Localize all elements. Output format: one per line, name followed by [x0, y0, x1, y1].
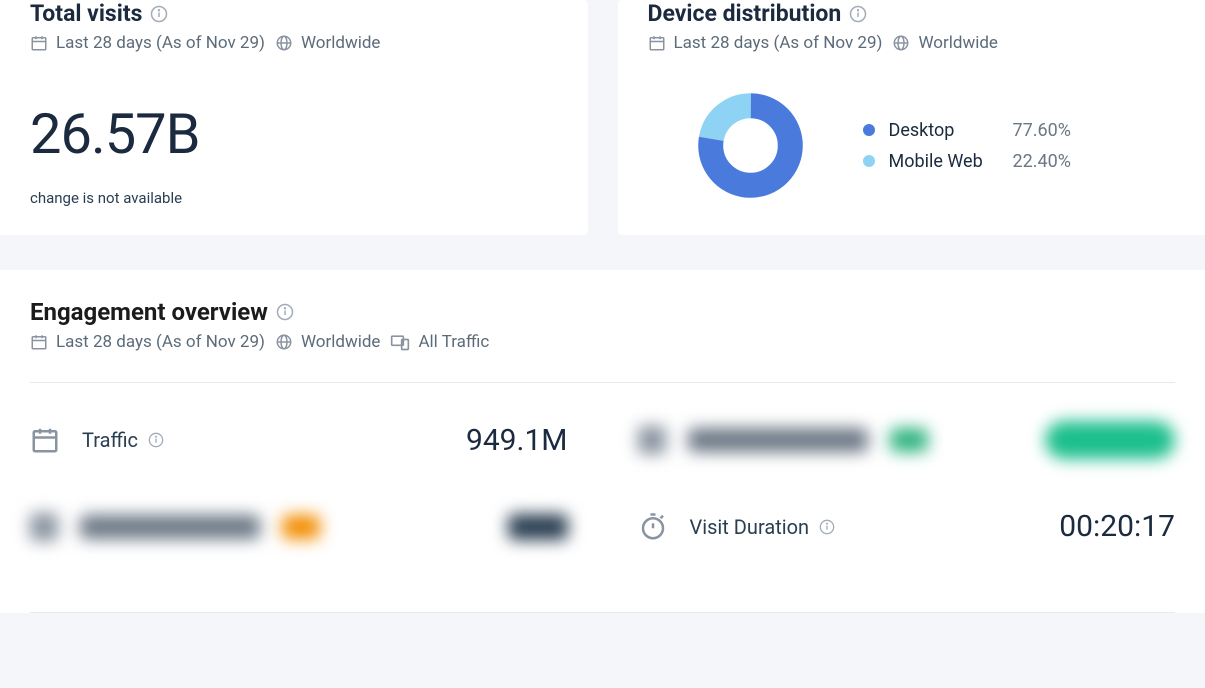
locked-badge: [282, 515, 320, 539]
change-note: change is not available: [30, 189, 558, 207]
legend-row-desktop: Desktop 77.60%: [863, 120, 1071, 141]
title-text: Engagement overview: [30, 298, 268, 326]
traffic-filter[interactable]: All Traffic: [390, 332, 489, 352]
locked-badge: [890, 428, 928, 452]
metric-visit-duration: Visit Duration 00:20:17: [638, 509, 1176, 544]
metric-locked-2: [30, 509, 568, 544]
locked-label: [688, 428, 868, 452]
metric-label: Traffic: [82, 428, 164, 452]
upgrade-button[interactable]: [1045, 421, 1175, 459]
traffic-filter-text: All Traffic: [418, 332, 489, 352]
legend-value: 77.60%: [1013, 120, 1071, 141]
date-range[interactable]: Last 28 days (As of Nov 29): [30, 33, 265, 53]
metric-label-text: Traffic: [82, 428, 138, 452]
bullet-icon: [863, 124, 875, 136]
globe-icon: [275, 333, 293, 351]
total-visits-card: Total visits Last 28 days (As of Nov 29)…: [0, 0, 588, 235]
device-donut-chart: [698, 93, 803, 198]
metric-label-text: Visit Duration: [690, 515, 810, 539]
engagement-title: Engagement overview: [30, 298, 1175, 326]
calendar-icon: [30, 333, 48, 351]
stopwatch-icon: [638, 512, 668, 542]
devices-icon: [390, 333, 410, 351]
metric-value: 00:20:17: [1059, 509, 1175, 544]
device-meta: Last 28 days (As of Nov 29) Worldwide: [648, 33, 1176, 53]
calendar-icon: [30, 34, 48, 52]
legend-label: Mobile Web: [889, 151, 999, 172]
info-icon[interactable]: [150, 5, 168, 23]
region-text: Worldwide: [301, 332, 381, 352]
metric-label: Visit Duration: [690, 515, 836, 539]
metric-value: 949.1M: [466, 423, 568, 458]
legend-row-mobile: Mobile Web 22.40%: [863, 151, 1071, 172]
date-text: Last 28 days (As of Nov 29): [56, 33, 265, 53]
legend-value: 22.40%: [1013, 151, 1071, 172]
device-legend: Desktop 77.60% Mobile Web 22.40%: [863, 120, 1071, 172]
region-text: Worldwide: [301, 33, 381, 53]
region[interactable]: Worldwide: [275, 33, 381, 53]
info-icon[interactable]: [849, 5, 867, 23]
engagement-meta: Last 28 days (As of Nov 29) Worldwide Al…: [30, 332, 1175, 352]
locked-icon: [638, 426, 666, 454]
locked-value: [508, 514, 568, 540]
globe-icon: [892, 34, 910, 52]
date-range[interactable]: Last 28 days (As of Nov 29): [30, 332, 265, 352]
info-icon[interactable]: [276, 303, 294, 321]
device-distribution-card: Device distribution Last 28 days (As of …: [618, 0, 1205, 235]
region-text: Worldwide: [918, 33, 998, 53]
date-text: Last 28 days (As of Nov 29): [56, 332, 265, 352]
region[interactable]: Worldwide: [892, 33, 998, 53]
locked-icon: [30, 513, 58, 541]
calendar-icon: [648, 34, 666, 52]
info-icon[interactable]: [819, 519, 835, 535]
engagement-overview-section: Engagement overview Last 28 days (As of …: [0, 270, 1205, 613]
title-text: Device distribution: [648, 0, 842, 27]
date-range[interactable]: Last 28 days (As of Nov 29): [648, 33, 883, 53]
info-icon[interactable]: [148, 432, 164, 448]
metric-traffic: Traffic 949.1M: [30, 421, 568, 459]
globe-icon: [275, 34, 293, 52]
metric-locked-1: [638, 421, 1176, 459]
locked-label: [80, 515, 260, 539]
total-visits-meta: Last 28 days (As of Nov 29) Worldwide: [30, 33, 558, 53]
total-visits-title: Total visits: [30, 0, 558, 27]
device-title: Device distribution: [648, 0, 1176, 27]
bullet-icon: [863, 155, 875, 167]
total-visits-value: 26.57B: [30, 101, 558, 167]
title-text: Total visits: [30, 0, 142, 27]
date-text: Last 28 days (As of Nov 29): [674, 33, 883, 53]
region[interactable]: Worldwide: [275, 332, 381, 352]
legend-label: Desktop: [889, 120, 999, 141]
calendar-icon: [30, 425, 60, 455]
